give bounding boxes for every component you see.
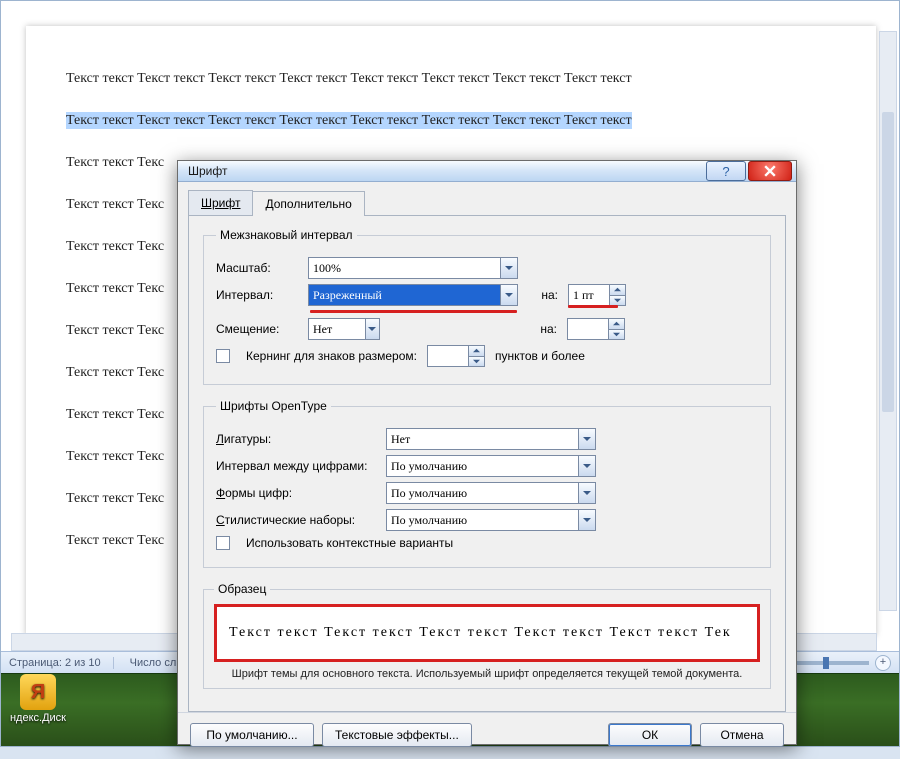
opentype-group: Шрифты OpenType Лигатуры: Интервал между… bbox=[203, 399, 771, 568]
num-spacing-input[interactable] bbox=[387, 456, 578, 476]
cancel-button[interactable]: Отмена bbox=[700, 723, 784, 747]
ligatures-combo[interactable] bbox=[386, 428, 596, 450]
dropdown-icon[interactable] bbox=[365, 319, 379, 339]
dialog-tabs: Шрифт Дополнительно bbox=[188, 190, 786, 216]
preview-box: Текст текст Текст текст Текст текст Текс… bbox=[214, 604, 760, 662]
yandex-disk-icon[interactable]: ндекс.Диск bbox=[9, 674, 67, 724]
kerning-size-spinner[interactable] bbox=[427, 345, 485, 367]
num-spacing-label: Интервал между цифрами: bbox=[216, 459, 376, 473]
spin-down-icon[interactable] bbox=[469, 357, 484, 367]
text-effects-button[interactable]: Текстовые эффекты... bbox=[322, 723, 472, 747]
help-button[interactable] bbox=[706, 161, 746, 181]
opentype-legend: Шрифты OpenType bbox=[216, 399, 331, 413]
spacing-group: Межзнаковый интервал Масштаб: Интервал: … bbox=[203, 228, 771, 385]
spin-up-icon[interactable] bbox=[609, 319, 624, 330]
spin-down-icon[interactable] bbox=[610, 296, 625, 306]
dialog-title-bar[interactable]: Шрифт bbox=[178, 161, 796, 182]
spacing-combo[interactable] bbox=[308, 284, 518, 306]
spacing-by-spinner[interactable] bbox=[568, 284, 626, 306]
spin-up-icon[interactable] bbox=[610, 285, 625, 296]
scale-input[interactable] bbox=[309, 258, 500, 278]
close-icon bbox=[764, 165, 776, 177]
dropdown-icon[interactable] bbox=[500, 258, 517, 278]
ligatures-input[interactable] bbox=[387, 429, 578, 449]
zoom-in-button[interactable]: + bbox=[875, 655, 891, 671]
preview-group: Образец Текст текст Текст текст Текст те… bbox=[203, 582, 771, 689]
dialog-title: Шрифт bbox=[188, 164, 227, 178]
stylistic-input[interactable] bbox=[387, 510, 578, 530]
scrollbar-thumb[interactable] bbox=[882, 112, 894, 412]
contextual-label: Использовать контекстные варианты bbox=[246, 536, 453, 550]
by-label: на: bbox=[527, 322, 557, 336]
num-forms-combo[interactable] bbox=[386, 482, 596, 504]
num-forms-input[interactable] bbox=[387, 483, 578, 503]
dropdown-icon[interactable] bbox=[500, 285, 517, 305]
stylistic-label: Стилистические наборы: bbox=[216, 513, 376, 527]
spin-down-icon[interactable] bbox=[609, 330, 624, 340]
scale-combo[interactable] bbox=[308, 257, 518, 279]
preview-note: Шрифт темы для основного текста. Использ… bbox=[214, 668, 760, 680]
scale-label: Масштаб: bbox=[216, 261, 298, 275]
dropdown-icon[interactable] bbox=[578, 483, 595, 503]
page-indicator[interactable]: Страница: 2 из 10 bbox=[9, 657, 114, 669]
set-default-button[interactable]: По умолчанию... bbox=[190, 723, 314, 747]
dialog-buttons: По умолчанию... Текстовые эффекты... ОК … bbox=[178, 712, 796, 759]
position-by-input[interactable] bbox=[568, 319, 608, 339]
stylistic-combo[interactable] bbox=[386, 509, 596, 531]
position-label: Смещение: bbox=[216, 322, 298, 336]
spacing-legend: Межзнаковый интервал bbox=[216, 228, 357, 242]
tab-advanced[interactable]: Дополнительно bbox=[252, 191, 364, 216]
position-input[interactable] bbox=[309, 319, 365, 339]
dropdown-icon[interactable] bbox=[578, 429, 595, 449]
kerning-checkbox[interactable] bbox=[216, 349, 230, 363]
by-label: на: bbox=[528, 288, 558, 302]
preview-legend: Образец bbox=[214, 582, 270, 596]
contextual-checkbox[interactable] bbox=[216, 536, 230, 550]
close-button[interactable] bbox=[748, 161, 792, 181]
kerning-size-input[interactable] bbox=[428, 346, 468, 366]
dropdown-icon[interactable] bbox=[578, 510, 595, 530]
doc-line: Текст текст Текст текст Текст текст Текс… bbox=[66, 71, 836, 87]
ok-button[interactable]: ОК bbox=[608, 723, 692, 747]
kerning-suffix: пунктов и более bbox=[495, 349, 585, 363]
font-dialog: Шрифт Шрифт Дополнительно Межзнаковый ин… bbox=[177, 160, 797, 745]
num-spacing-combo[interactable] bbox=[386, 455, 596, 477]
position-combo[interactable] bbox=[308, 318, 380, 340]
tab-font[interactable]: Шрифт bbox=[188, 190, 253, 215]
spacing-input[interactable] bbox=[309, 285, 500, 305]
spin-up-icon[interactable] bbox=[469, 346, 484, 357]
ligatures-label: Лигатуры: bbox=[216, 432, 376, 446]
doc-line-selected: Текст текст Текст текст Текст текст Текс… bbox=[66, 113, 836, 129]
dropdown-icon[interactable] bbox=[578, 456, 595, 476]
spacing-by-input[interactable] bbox=[569, 285, 609, 305]
num-forms-label: Формы цифр: bbox=[216, 486, 376, 500]
spacing-label: Интервал: bbox=[216, 288, 298, 302]
vertical-scrollbar[interactable] bbox=[879, 31, 897, 611]
position-by-spinner[interactable] bbox=[567, 318, 625, 340]
kerning-label: Кернинг для знаков размером: bbox=[246, 349, 417, 363]
